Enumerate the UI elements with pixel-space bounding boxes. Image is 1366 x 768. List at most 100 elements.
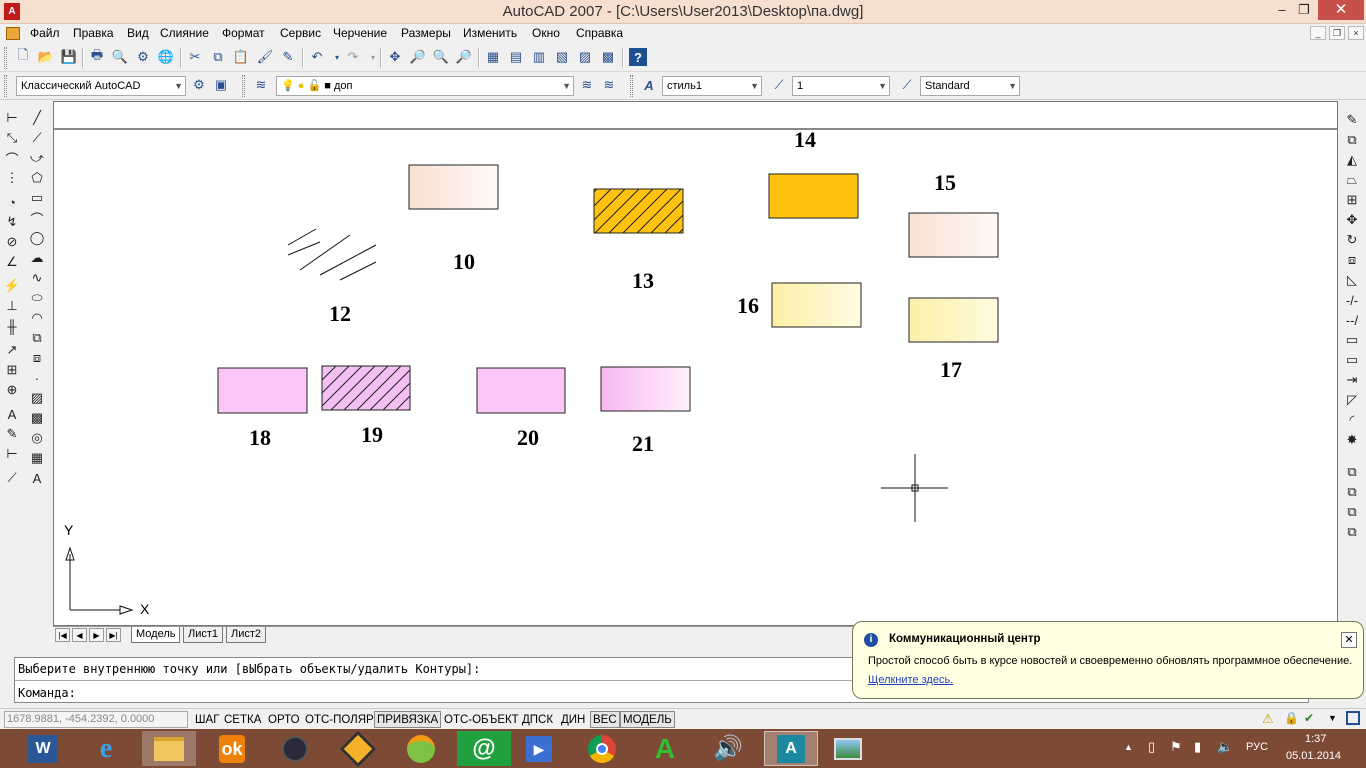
- gradient-icon[interactable]: ▩: [27, 408, 47, 428]
- draw-order-above-icon[interactable]: ⧉: [1342, 502, 1362, 522]
- daemon-tools-icon[interactable]: [331, 730, 385, 767]
- chamfer-icon[interactable]: ◸: [1342, 390, 1362, 410]
- layer-previous-icon[interactable]: ≋: [600, 76, 618, 94]
- mirror-icon[interactable]: ◭: [1342, 150, 1362, 170]
- baseline-icon[interactable]: ⊥: [2, 296, 22, 316]
- menu-edit[interactable]: Правка: [73, 26, 114, 40]
- radius-icon[interactable]: ◔: [2, 192, 22, 212]
- prev-tab-icon[interactable]: ◀: [72, 628, 87, 642]
- insert-block-icon[interactable]: ⧉: [27, 328, 47, 348]
- break-icon[interactable]: ▭: [1342, 350, 1362, 370]
- last-tab-icon[interactable]: ▶|: [106, 628, 121, 642]
- rectangle-icon[interactable]: ▭: [27, 188, 47, 208]
- zoom-realtime-icon[interactable]: 🔎: [409, 48, 427, 66]
- ordinate-icon[interactable]: ⋮: [2, 168, 22, 188]
- stretch-icon[interactable]: ◺: [1342, 270, 1362, 290]
- command-prompt[interactable]: Команда:: [18, 686, 76, 700]
- network-icon[interactable]: ▮: [1194, 739, 1201, 755]
- publish-icon[interactable]: ⚙: [134, 48, 152, 66]
- rotate-icon[interactable]: ↻: [1342, 230, 1362, 250]
- speaker-app-icon[interactable]: 🔊: [701, 731, 755, 766]
- word-icon[interactable]: W: [16, 731, 70, 766]
- point-icon[interactable]: ·: [27, 368, 47, 388]
- tab-model[interactable]: Модель: [131, 627, 181, 643]
- media-ball-icon[interactable]: [268, 731, 322, 766]
- print-preview-icon[interactable]: 🔍: [111, 48, 129, 66]
- angular-icon[interactable]: ∠: [2, 252, 22, 272]
- erase-icon[interactable]: ✎: [1342, 110, 1362, 130]
- draw-order-front-icon[interactable]: ⧉: [1342, 462, 1362, 482]
- arc-length-icon[interactable]: ⌒: [2, 148, 22, 168]
- next-tab-icon[interactable]: ▶: [89, 628, 104, 642]
- clock-time[interactable]: 1:37: [1305, 733, 1326, 745]
- spline-icon[interactable]: ∿: [27, 268, 47, 288]
- design-center-icon[interactable]: ▤: [507, 48, 525, 66]
- join-icon[interactable]: ⇥: [1342, 370, 1362, 390]
- tab-sheet1[interactable]: Лист1: [183, 627, 224, 643]
- menu-draw[interactable]: Черчение: [333, 26, 387, 40]
- markup-icon[interactable]: ▨: [576, 48, 594, 66]
- scale-icon[interactable]: ⧈: [1342, 250, 1362, 270]
- continue-icon[interactable]: ╫: [2, 316, 22, 336]
- zoom-previous-icon[interactable]: 🔎: [455, 48, 473, 66]
- polyline-icon[interactable]: ⤻: [27, 148, 47, 168]
- zoom-window-icon[interactable]: 🔍: [432, 48, 450, 66]
- dim-edit-icon[interactable]: A: [2, 404, 22, 424]
- tool-palettes-icon[interactable]: ▥: [530, 48, 548, 66]
- menu-help[interactable]: Справка: [576, 26, 623, 40]
- copy-object-icon[interactable]: ⧉: [1342, 130, 1362, 150]
- region-icon[interactable]: ◎: [27, 428, 47, 448]
- match-properties-icon[interactable]: 🖌: [256, 48, 274, 66]
- sheet-set-icon[interactable]: ▧: [553, 48, 571, 66]
- toolbar-grip[interactable]: [630, 75, 633, 97]
- dim-style-select[interactable]: Standard ▼: [920, 76, 1020, 96]
- lock-icon[interactable]: 🔒: [1284, 711, 1299, 725]
- jogged-icon[interactable]: ↯: [2, 212, 22, 232]
- calculator-icon[interactable]: ▩: [599, 48, 617, 66]
- multiline-text-icon[interactable]: A: [27, 468, 47, 488]
- dyn-toggle[interactable]: ДИН: [558, 711, 588, 728]
- copy-icon[interactable]: ⧉: [209, 48, 227, 66]
- mdi-minimize-button[interactable]: _: [1310, 26, 1326, 40]
- ortho-toggle[interactable]: ОРТО: [265, 711, 303, 728]
- help-icon[interactable]: ?: [629, 48, 647, 66]
- fillet-icon[interactable]: ◜: [1342, 410, 1362, 430]
- array-icon[interactable]: ⊞: [1342, 190, 1362, 210]
- lwt-toggle[interactable]: ВЕС: [590, 711, 620, 728]
- mdi-close-button[interactable]: ×: [1348, 26, 1364, 40]
- toolbar-grip[interactable]: [4, 75, 7, 97]
- document-icon[interactable]: [6, 27, 20, 40]
- redo-icon[interactable]: ↷: [344, 48, 362, 66]
- menu-window[interactable]: Окно: [532, 26, 560, 40]
- make-layer-current-icon[interactable]: ≋: [578, 76, 596, 94]
- pan-icon[interactable]: ✥: [386, 48, 404, 66]
- cut-icon[interactable]: ✂: [186, 48, 204, 66]
- print-icon[interactable]: 🖶: [88, 47, 106, 66]
- undo-icon[interactable]: ↶: [308, 48, 326, 66]
- line-icon[interactable]: ╱: [27, 108, 47, 128]
- tab-sheet2[interactable]: Лист2: [226, 627, 267, 643]
- aligned-dimension-icon[interactable]: ⤡: [2, 128, 22, 148]
- text-style-select[interactable]: стиль1 ▼: [662, 76, 762, 96]
- draw-order-below-icon[interactable]: ⧉: [1342, 522, 1362, 542]
- photo-app-icon[interactable]: [394, 731, 448, 766]
- dim-style-icon[interactable]: ⟋: [770, 76, 788, 94]
- communication-center-balloon[interactable]: i Коммуникационный центр ✕ Простой спосо…: [852, 621, 1364, 699]
- odnoklassniki-icon[interactable]: ok: [205, 731, 259, 766]
- explode-icon[interactable]: ✸: [1342, 430, 1362, 450]
- new-icon[interactable]: 🗋: [14, 47, 32, 66]
- polygon-icon[interactable]: ⬠: [27, 168, 47, 188]
- autocad-taskbar-icon[interactable]: A: [764, 731, 818, 766]
- table-icon[interactable]: ▦: [27, 448, 47, 468]
- internet-explorer-icon[interactable]: e: [79, 731, 133, 766]
- draw-order-back-icon[interactable]: ⧉: [1342, 482, 1362, 502]
- menu-merge[interactable]: Слияние: [160, 26, 209, 40]
- image-viewer-icon[interactable]: [821, 731, 875, 766]
- circle-icon[interactable]: ◯: [27, 228, 47, 248]
- language-indicator[interactable]: РУС: [1246, 741, 1268, 753]
- break-at-point-icon[interactable]: ▭: [1342, 330, 1362, 350]
- coordinates-display[interactable]: 1678.9881, -454.2392, 0.0000: [4, 711, 188, 728]
- workspace-select[interactable]: Классический AutoCAD ▼: [16, 76, 186, 96]
- polar-toggle[interactable]: ОТС-ПОЛЯР: [302, 711, 377, 728]
- hatch-icon[interactable]: ▨: [27, 388, 47, 408]
